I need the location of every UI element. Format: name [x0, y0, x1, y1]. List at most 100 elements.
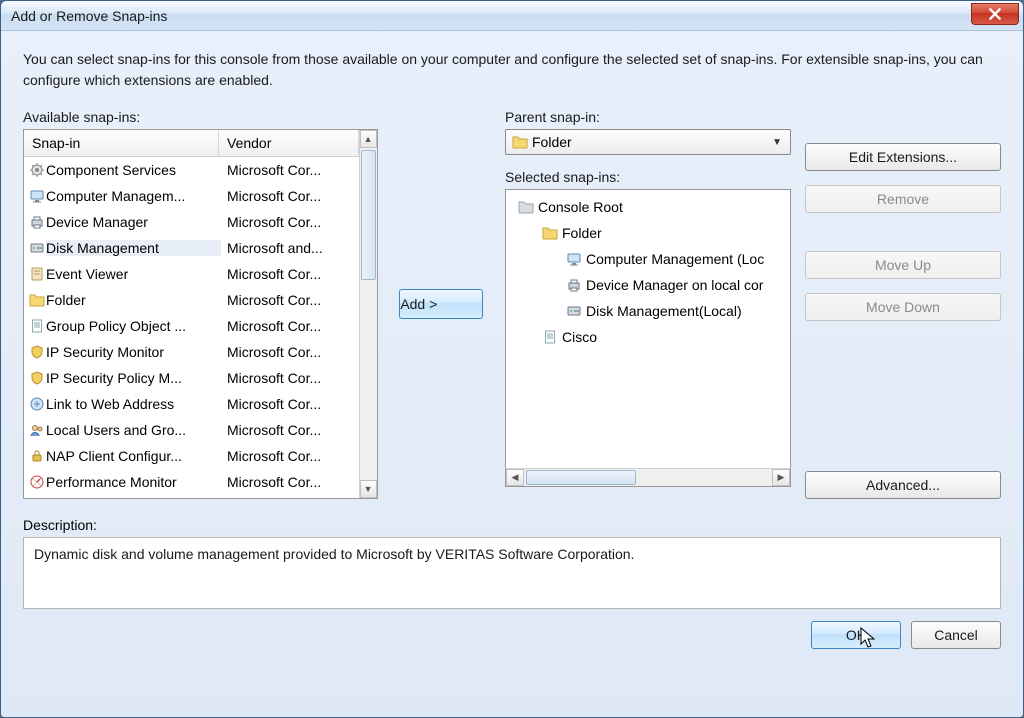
list-item-vendor: Microsoft Cor... — [221, 266, 359, 282]
hscroll-right-button[interactable]: ▶ — [772, 469, 790, 486]
list-item[interactable]: Device ManagerMicrosoft Cor... — [24, 209, 359, 235]
list-item-name: IP Security Policy M... — [46, 370, 221, 386]
parent-combo[interactable]: Folder ▼ — [505, 129, 791, 155]
lock-icon — [28, 448, 46, 464]
list-item[interactable]: Group Policy Object ...Microsoft Cor... — [24, 313, 359, 339]
tree-node-label: Folder — [560, 225, 602, 241]
available-label: Available snap-ins: — [23, 109, 378, 125]
monitor-icon — [564, 251, 584, 267]
titlebar: Add or Remove Snap-ins — [1, 1, 1023, 31]
description-label: Description: — [23, 517, 1001, 533]
move-down-button[interactable]: Move Down — [805, 293, 1001, 321]
list-item-name: Computer Managem... — [46, 188, 221, 204]
tree-node-label: Computer Management (Loc — [584, 251, 764, 267]
folder-gray-icon — [516, 199, 536, 215]
list-item[interactable]: IP Security MonitorMicrosoft Cor... — [24, 339, 359, 365]
shield-icon — [28, 370, 46, 386]
link-icon — [28, 396, 46, 412]
list-item-name: Link to Web Address — [46, 396, 221, 412]
list-item-name: Group Policy Object ... — [46, 318, 221, 334]
tree-node-label: Cisco — [560, 329, 597, 345]
tree-hscrollbar[interactable]: ◀ ▶ — [506, 468, 790, 486]
list-item-name: Disk Management — [46, 240, 221, 256]
printer-icon — [564, 277, 584, 293]
list-item[interactable]: NAP Client Configur...Microsoft Cor... — [24, 443, 359, 469]
monitor-icon — [28, 188, 46, 204]
selected-tree[interactable]: Console Root Folder Computer Management (L… — [505, 189, 791, 487]
list-item-vendor: Microsoft and... — [221, 240, 359, 256]
list-item-vendor: Microsoft Cor... — [221, 448, 359, 464]
disk-icon — [28, 240, 46, 256]
dialog-window: Add or Remove Snap-ins You can select sn… — [0, 0, 1024, 718]
list-item-vendor: Microsoft Cor... — [221, 422, 359, 438]
disk-icon — [564, 303, 584, 319]
chevron-down-icon: ▼ — [768, 137, 786, 148]
list-item-name: IP Security Monitor — [46, 344, 221, 360]
parent-combo-value: Folder — [530, 134, 768, 150]
add-button[interactable]: Add > — [399, 289, 483, 319]
list-item-vendor: Microsoft Cor... — [221, 396, 359, 412]
ok-button[interactable]: OK — [811, 621, 901, 649]
tree-node[interactable]: Console Root — [508, 194, 788, 220]
list-item-name: NAP Client Configur... — [46, 448, 221, 464]
list-item[interactable]: FolderMicrosoft Cor... — [24, 287, 359, 313]
parent-label: Parent snap-in: — [505, 109, 791, 125]
list-header: Snap-in Vendor — [24, 130, 359, 157]
available-list[interactable]: Snap-in Vendor Component ServicesMicroso… — [23, 129, 378, 499]
users-icon — [28, 422, 46, 438]
hscroll-thumb[interactable] — [526, 470, 636, 485]
tree-node[interactable]: Disk Management(Local) — [508, 298, 788, 324]
list-scrollbar[interactable]: ▲ ▼ — [359, 130, 377, 498]
list-item-vendor: Microsoft Cor... — [221, 292, 359, 308]
scroll-up-button[interactable]: ▲ — [360, 130, 377, 148]
move-up-button[interactable]: Move Up — [805, 251, 1001, 279]
remove-button[interactable]: Remove — [805, 185, 1001, 213]
list-item-name: Device Manager — [46, 214, 221, 230]
scroll-thumb[interactable] — [361, 150, 376, 280]
folder-icon — [28, 292, 46, 308]
hscroll-left-button[interactable]: ◀ — [506, 469, 524, 486]
tree-node[interactable]: Device Manager on local cor — [508, 272, 788, 298]
shield-icon — [28, 344, 46, 360]
list-item-name: Folder — [46, 292, 221, 308]
doc-icon — [540, 329, 560, 345]
book-icon — [28, 266, 46, 282]
tree-node[interactable]: Computer Management (Loc — [508, 246, 788, 272]
list-item-vendor: Microsoft Cor... — [221, 162, 359, 178]
advanced-button[interactable]: Advanced... — [805, 471, 1001, 499]
list-item-name: Component Services — [46, 162, 221, 178]
list-item[interactable]: Component ServicesMicrosoft Cor... — [24, 157, 359, 183]
list-item[interactable]: Event ViewerMicrosoft Cor... — [24, 261, 359, 287]
list-item[interactable]: Link to Web AddressMicrosoft Cor... — [24, 391, 359, 417]
scroll-down-button[interactable]: ▼ — [360, 480, 377, 498]
description-box: Dynamic disk and volume management provi… — [23, 537, 1001, 609]
list-item-name: Performance Monitor — [46, 474, 221, 490]
tree-node-label: Device Manager on local cor — [584, 277, 763, 293]
edit-extensions-button[interactable]: Edit Extensions... — [805, 143, 1001, 171]
col-vendor[interactable]: Vendor — [219, 130, 359, 156]
tree-node[interactable]: Folder — [508, 220, 788, 246]
perf-icon — [28, 474, 46, 490]
folder-icon — [510, 134, 530, 150]
list-item[interactable]: IP Security Policy M...Microsoft Cor... — [24, 365, 359, 391]
close-button[interactable] — [971, 3, 1019, 25]
cancel-button[interactable]: Cancel — [911, 621, 1001, 649]
list-item[interactable]: Performance MonitorMicrosoft Cor... — [24, 469, 359, 495]
list-item[interactable]: Computer Managem...Microsoft Cor... — [24, 183, 359, 209]
tree-node[interactable]: Cisco — [508, 324, 788, 350]
tree-node-label: Disk Management(Local) — [584, 303, 742, 319]
window-title: Add or Remove Snap-ins — [11, 8, 971, 24]
list-item-name: Event Viewer — [46, 266, 221, 282]
printer-icon — [28, 214, 46, 230]
list-item-vendor: Microsoft Cor... — [221, 214, 359, 230]
folder-icon — [540, 225, 560, 241]
gear-icon — [28, 162, 46, 178]
list-item-vendor: Microsoft Cor... — [221, 318, 359, 334]
list-item[interactable]: Local Users and Gro...Microsoft Cor... — [24, 417, 359, 443]
tree-node-label: Console Root — [536, 199, 623, 215]
list-item-vendor: Microsoft Cor... — [221, 370, 359, 386]
list-item-name: Local Users and Gro... — [46, 422, 221, 438]
doc-icon — [28, 318, 46, 334]
col-snapin[interactable]: Snap-in — [24, 130, 219, 156]
list-item[interactable]: Disk ManagementMicrosoft and... — [24, 235, 359, 261]
